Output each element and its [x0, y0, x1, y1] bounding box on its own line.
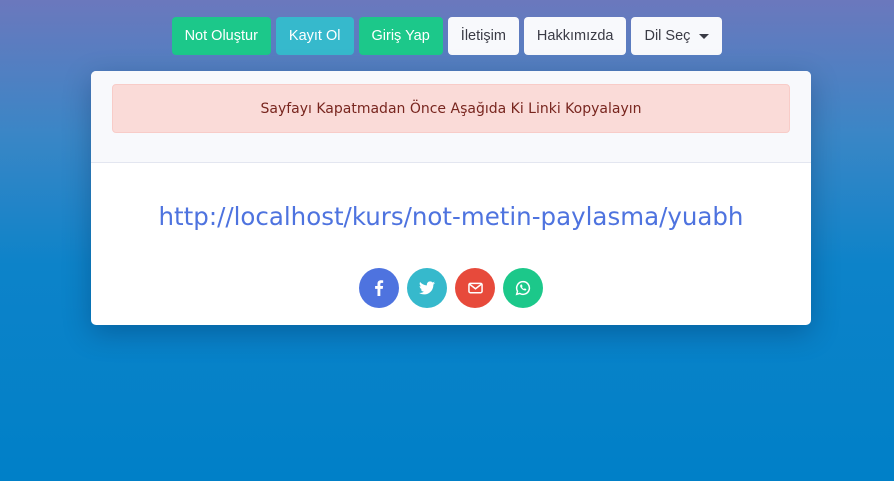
share-buttons — [91, 268, 811, 308]
twitter-icon — [419, 281, 435, 295]
whatsapp-share-button[interactable] — [503, 268, 543, 308]
twitter-share-button[interactable] — [407, 268, 447, 308]
top-nav: Not Oluştur Kayıt Ol Giriş Yap İletişim … — [0, 17, 894, 55]
whatsapp-icon — [515, 280, 531, 296]
note-link[interactable]: http://localhost/kurs/not-metin-paylasma… — [91, 202, 811, 231]
facebook-icon — [375, 280, 384, 296]
card-header: Sayfayı Kapatmadan Önce Aşağıda Ki Linki… — [91, 71, 811, 163]
giris-yap-button[interactable]: Giriş Yap — [358, 17, 443, 55]
facebook-share-button[interactable] — [359, 268, 399, 308]
kayit-ol-button[interactable]: Kayıt Ol — [275, 17, 354, 55]
hakkimizda-button[interactable]: Hakkımızda — [523, 17, 627, 55]
dil-sec-dropdown[interactable]: Dil Seç — [631, 17, 723, 55]
not-olustur-button[interactable]: Not Oluştur — [171, 17, 271, 55]
dil-sec-label: Dil Seç — [644, 28, 691, 44]
warning-alert: Sayfayı Kapatmadan Önce Aşağıda Ki Linki… — [112, 84, 790, 133]
share-card: Sayfayı Kapatmadan Önce Aşağıda Ki Linki… — [91, 71, 811, 325]
email-share-button[interactable] — [455, 268, 495, 308]
envelope-icon — [467, 282, 483, 294]
iletisim-button[interactable]: İletişim — [447, 17, 519, 55]
caret-down-icon — [699, 34, 710, 39]
